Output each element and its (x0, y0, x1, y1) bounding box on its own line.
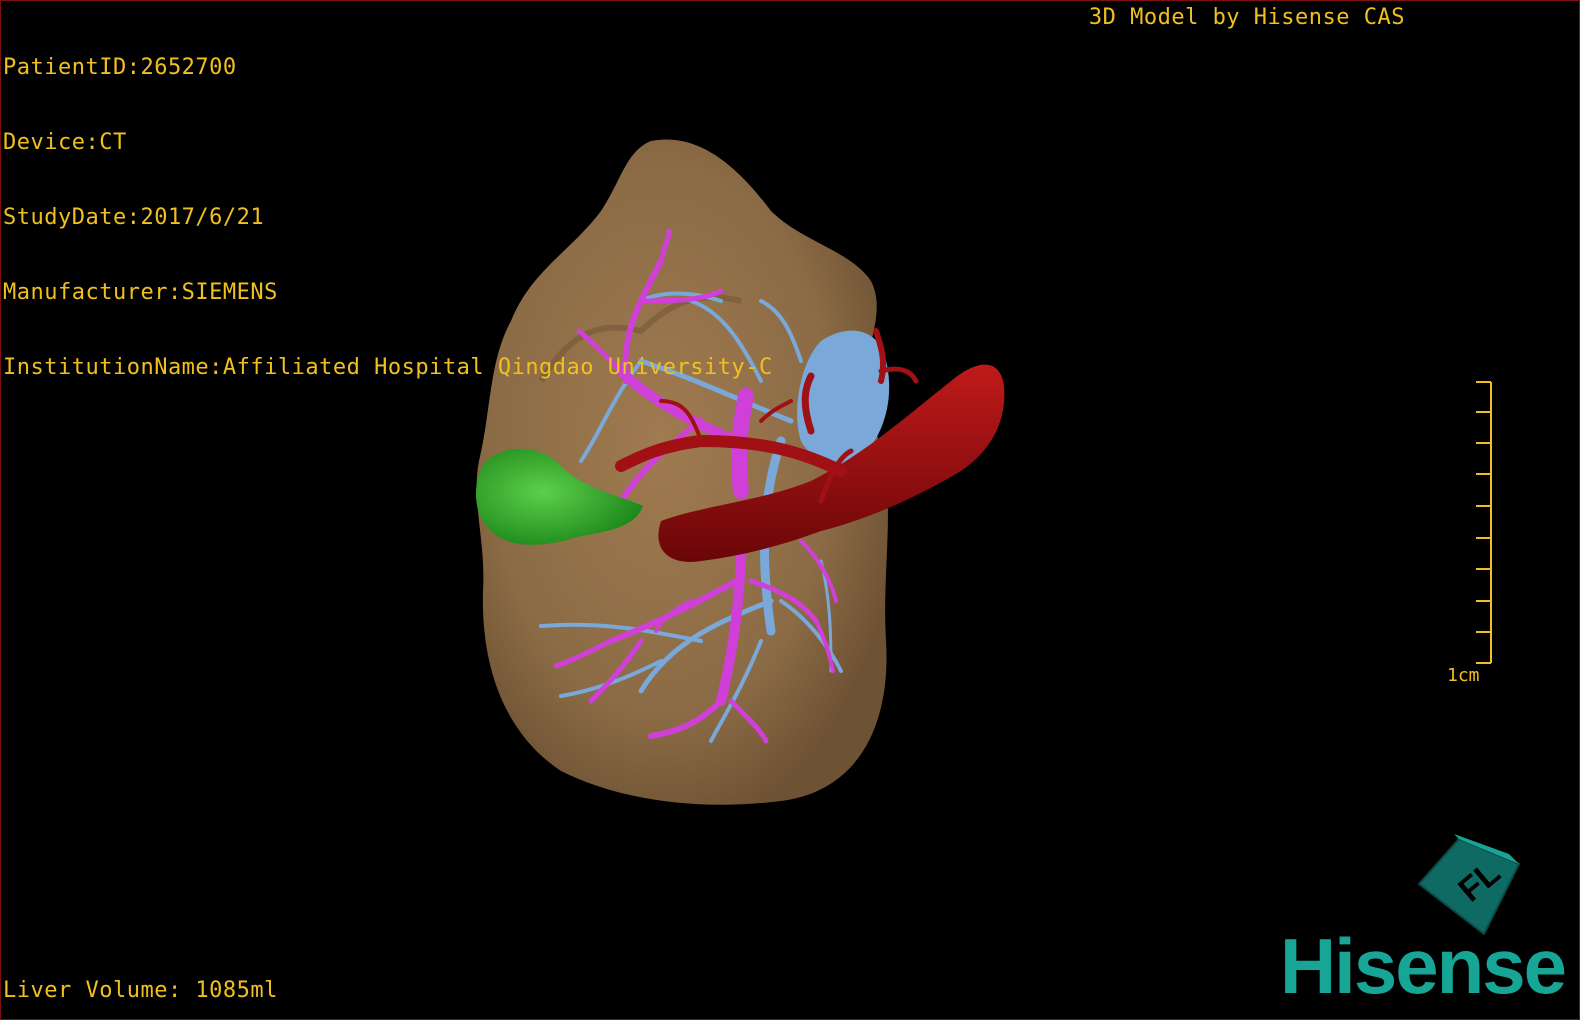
study-date: StudyDate:2017/6/21 (3, 205, 265, 230)
dicom-info: PatientID:2652700 Device:CT StudyDate:20… (3, 5, 773, 430)
scale-bar (1476, 381, 1492, 664)
patient-id: PatientID:2652700 (3, 55, 237, 80)
3d-viewport[interactable]: FL PatientID:2652700 Device:CT StudyDate… (0, 0, 1580, 1020)
liver-volume: Liver Volume: 1085ml (3, 978, 278, 1003)
manufacturer: Manufacturer:SIEMENS (3, 280, 278, 305)
device: Device:CT (3, 130, 127, 155)
scale-bar-label: 1cm (1447, 665, 1480, 686)
hisense-logo: Hisense (1279, 922, 1567, 1010)
model-credit: 3D Model by Hisense CAS (1088, 5, 1405, 30)
institution-name: InstitutionName:Affiliated Hospital Qing… (3, 355, 773, 380)
